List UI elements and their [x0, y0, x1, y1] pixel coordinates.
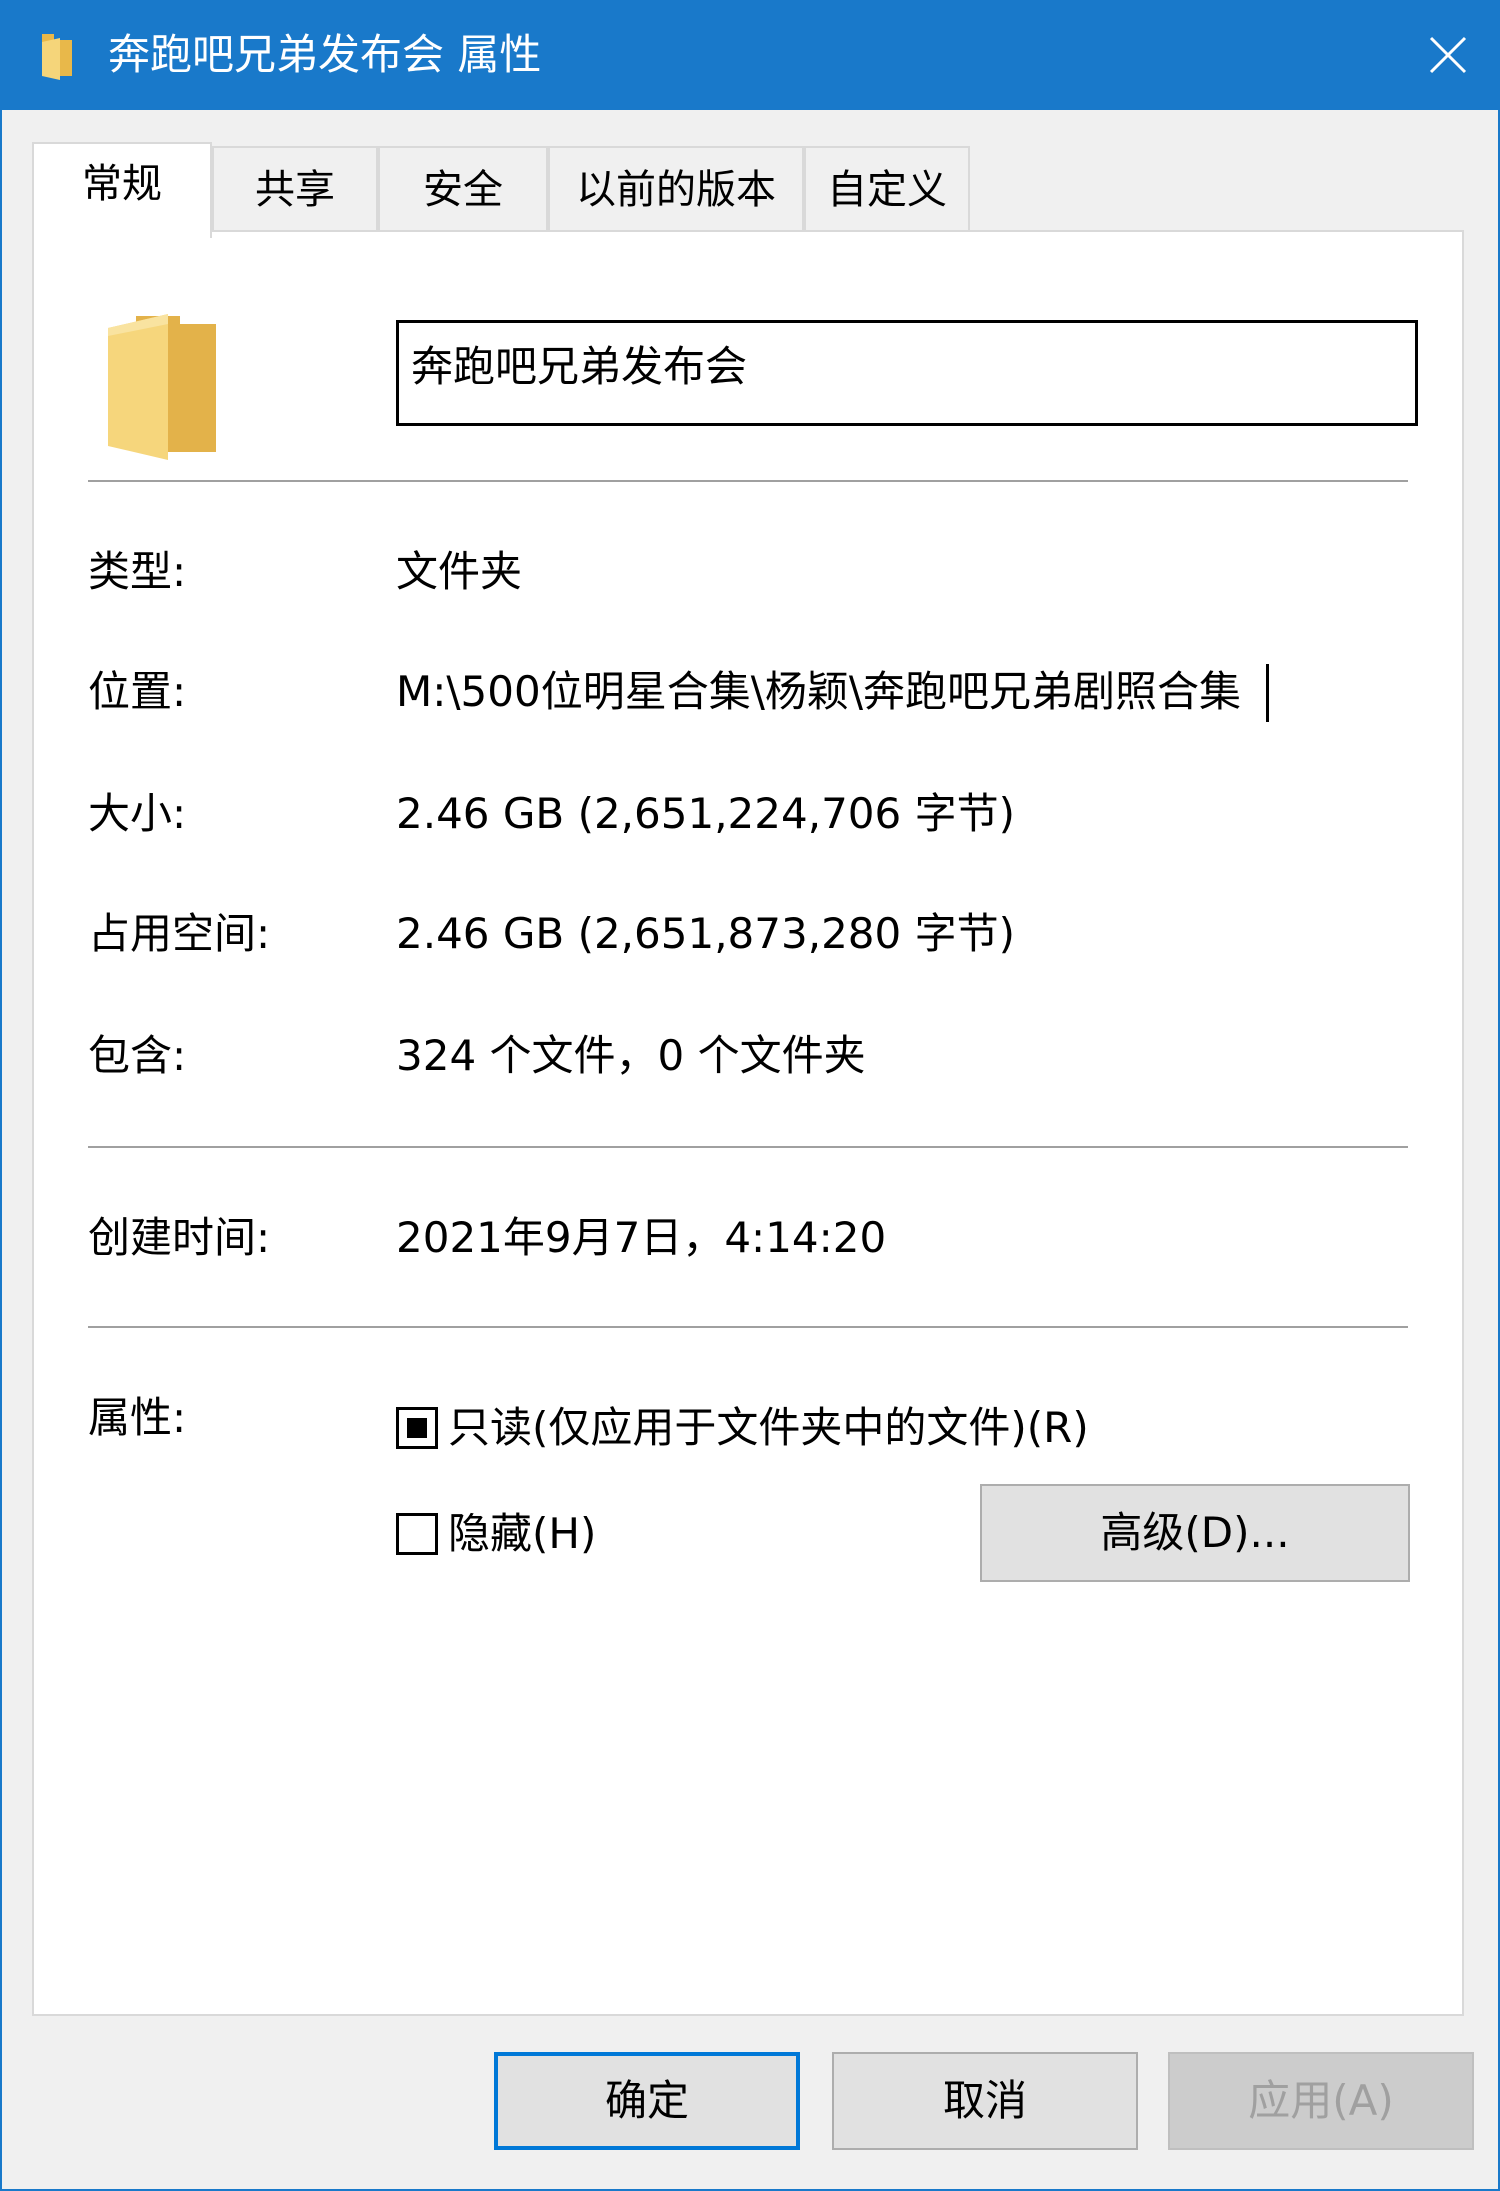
text-cursor — [1266, 664, 1269, 722]
type-label: 类型: — [88, 547, 187, 596]
size-on-disk-value: 2.46 GB (2,651,873,280 字节) — [396, 909, 1015, 958]
readonly-checkbox-row[interactable]: 只读(仅应用于文件夹中的文件)(R) — [396, 1398, 1089, 1458]
tab-sharing[interactable]: 共享 — [212, 146, 378, 230]
readonly-label: 只读(仅应用于文件夹中的文件)(R) — [448, 1403, 1089, 1452]
cancel-button[interactable]: 取消 — [832, 2052, 1138, 2150]
type-value: 文件夹 — [396, 547, 523, 596]
tab-customize[interactable]: 自定义 — [804, 146, 970, 230]
hidden-checkbox[interactable] — [396, 1513, 438, 1555]
general-panel: 类型: 文件夹 位置: M:\500位明星合集\杨颖\奔跑吧兄弟剧照合集 大小:… — [32, 230, 1464, 2016]
hidden-checkbox-row[interactable]: 隐藏(H) — [396, 1504, 596, 1564]
size-on-disk-label: 占用空间: — [88, 909, 271, 958]
window-title: 奔跑吧兄弟发布会 属性 — [108, 30, 542, 79]
created-label: 创建时间: — [88, 1213, 271, 1262]
close-button[interactable] — [1394, 0, 1500, 110]
properties-dialog: 奔跑吧兄弟发布会 属性 常规 共享 安全 以前的版本 自定义 类型: 文件夹 位… — [0, 0, 1500, 2191]
ok-button[interactable]: 确定 — [494, 2052, 800, 2150]
close-icon — [1429, 36, 1467, 74]
location-value[interactable]: M:\500位明星合集\杨颖\奔跑吧兄弟剧照合集 — [396, 662, 1241, 722]
title-bar[interactable]: 奔跑吧兄弟发布会 属性 — [2, 0, 1500, 110]
attributes-label: 属性: — [88, 1393, 187, 1442]
separator — [88, 1326, 1408, 1328]
size-label: 大小: — [88, 789, 187, 838]
separator — [88, 480, 1408, 482]
created-value: 2021年9月7日，4:14:20 — [396, 1213, 887, 1262]
contains-value: 324 个文件，0 个文件夹 — [396, 1031, 866, 1080]
folder-name-input[interactable] — [396, 320, 1418, 426]
separator — [88, 1146, 1408, 1148]
location-label: 位置: — [88, 667, 187, 716]
size-value: 2.46 GB (2,651,224,706 字节) — [396, 789, 1015, 838]
apply-button[interactable]: 应用(A) — [1168, 2052, 1474, 2150]
tab-general[interactable]: 常规 — [32, 142, 212, 238]
hidden-label: 隐藏(H) — [448, 1509, 597, 1558]
folder-icon — [108, 314, 216, 460]
tab-previous-versions[interactable]: 以前的版本 — [548, 146, 804, 230]
advanced-button[interactable]: 高级(D)... — [980, 1484, 1410, 1582]
folder-icon — [42, 34, 72, 80]
tab-security[interactable]: 安全 — [378, 146, 548, 230]
contains-label: 包含: — [88, 1031, 187, 1080]
readonly-checkbox[interactable] — [396, 1407, 438, 1449]
